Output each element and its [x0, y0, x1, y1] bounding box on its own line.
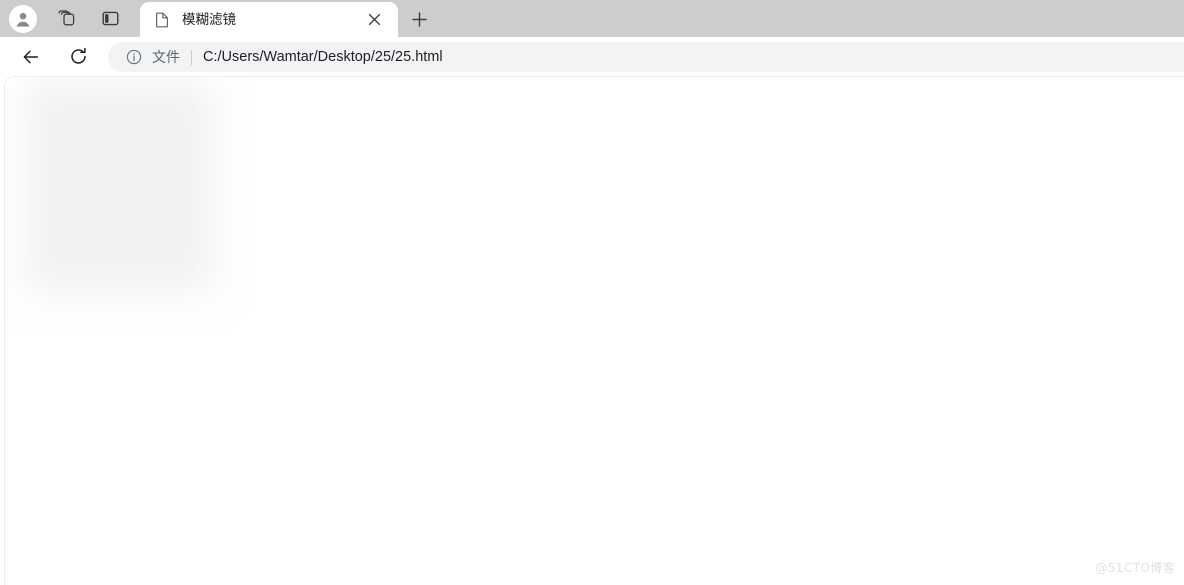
tab-groups-icon[interactable] [51, 4, 81, 34]
side-panel-icon[interactable] [95, 4, 125, 34]
tab-active[interactable]: 模糊滤镜 [140, 2, 398, 37]
omnibox-separator [191, 49, 192, 65]
close-icon[interactable] [362, 8, 386, 32]
tab-strip-left-controls [0, 0, 125, 37]
tab-title: 模糊滤镜 [182, 11, 236, 28]
url-text[interactable]: C:/Users/Wamtar/Desktop/25/25.html [203, 49, 443, 65]
watermark-text: @51CTO博客 [1095, 561, 1175, 575]
page-viewport: @51CTO博客 [4, 76, 1184, 585]
page-document-icon [154, 12, 170, 28]
reload-icon[interactable] [63, 42, 93, 72]
address-bar[interactable]: 文件 C:/Users/Wamtar/Desktop/25/25.html [108, 42, 1184, 72]
browser-toolbar: 文件 C:/Users/Wamtar/Desktop/25/25.html [0, 37, 1184, 76]
blurred-square [24, 82, 214, 292]
tab-strip: 模糊滤镜 [0, 0, 1184, 37]
url-scheme-label: 文件 [152, 50, 180, 66]
back-arrow-icon[interactable] [16, 42, 46, 72]
profile-avatar-icon[interactable] [9, 4, 37, 33]
new-tab-button[interactable] [406, 6, 432, 32]
browser-window: 模糊滤镜 文件 C:/Users/Wamtar/Desktop/25/25.ht… [0, 0, 1184, 585]
info-circle-icon[interactable] [126, 49, 142, 65]
